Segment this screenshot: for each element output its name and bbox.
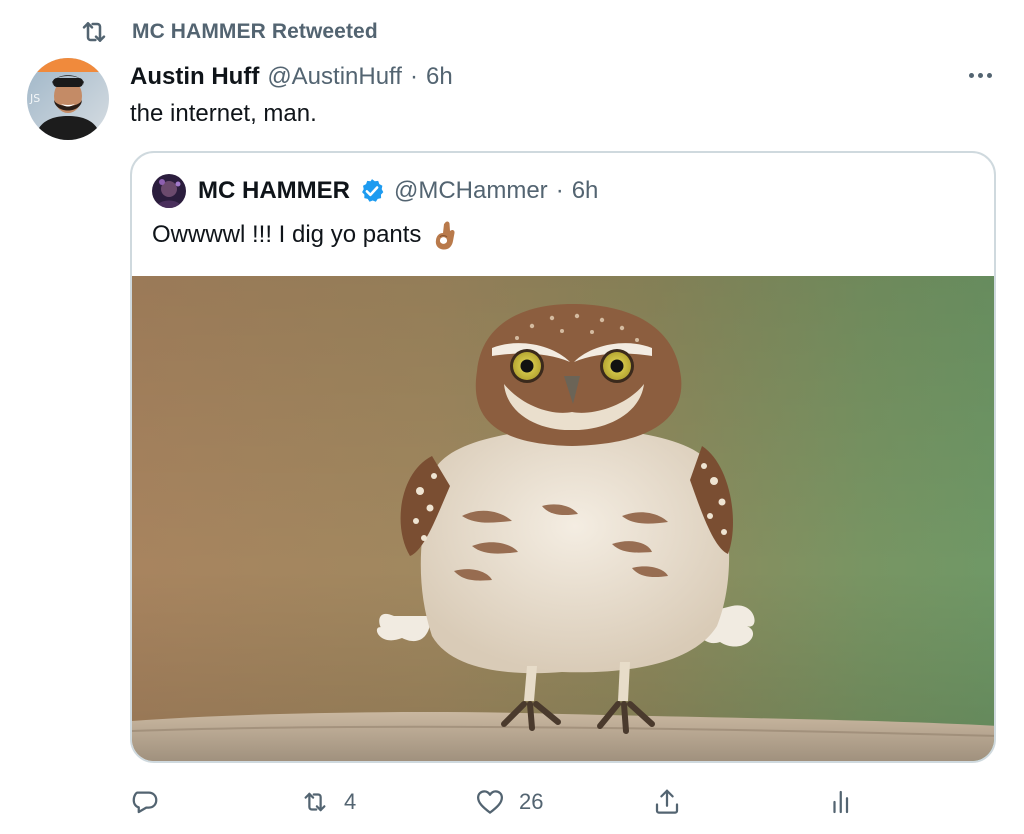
quoted-author-handle[interactable]: @MCHammer — [394, 177, 548, 205]
more-icon[interactable] — [960, 60, 1000, 90]
tweet-header: Austin Huff @AustinHuff · 6h — [130, 60, 453, 94]
like-count: 26 — [519, 789, 544, 814]
heart-icon — [475, 787, 505, 817]
quoted-avatar[interactable] — [152, 174, 186, 208]
avatar[interactable]: JS — [27, 58, 109, 140]
retweet-button[interactable]: 4 — [300, 782, 356, 822]
retweet-icon — [300, 787, 330, 817]
quoted-tweet-text-row: Owwwwl !!! I dig yo pants — [152, 219, 459, 251]
retweet-count: 4 — [344, 789, 357, 814]
author-name[interactable]: Austin Huff — [130, 63, 259, 91]
quoted-tweet-text: Owwwwl !!! I dig yo pants — [152, 221, 422, 248]
like-button[interactable]: 26 — [475, 782, 543, 822]
quoted-media-image[interactable] — [132, 276, 994, 761]
share-icon — [652, 787, 682, 817]
analytics-button[interactable] — [827, 782, 857, 822]
author-handle[interactable]: @AustinHuff — [267, 63, 402, 91]
quoted-timestamp[interactable]: 6h — [572, 177, 599, 205]
timestamp[interactable]: 6h — [426, 63, 453, 91]
svg-text:JS: JS — [29, 92, 40, 105]
separator: · — [555, 177, 564, 204]
share-button[interactable] — [652, 782, 682, 822]
tweet[interactable]: MC HAMMER Retweeted JS Austin Huff @Aust… — [0, 0, 1024, 834]
retweet-header-text[interactable]: MC HAMMER Retweeted — [132, 20, 378, 44]
retweet-icon — [78, 16, 110, 48]
retweet-header: MC HAMMER Retweeted — [78, 16, 378, 48]
tweet-actions: 4 26 — [130, 782, 996, 822]
quoted-author-name[interactable]: MC HAMMER — [198, 177, 350, 205]
analytics-icon — [827, 787, 857, 817]
ok-hand-emoji-icon — [431, 219, 459, 251]
reply-button[interactable] — [130, 782, 174, 822]
quoted-tweet-header: MC HAMMER @MCHammer · 6h — [152, 174, 599, 208]
reply-icon — [130, 787, 160, 817]
tweet-text: the internet, man. — [130, 100, 317, 127]
quoted-tweet[interactable]: MC HAMMER @MCHammer · 6h Owwwwl !!! I di… — [130, 151, 996, 763]
separator: · — [409, 63, 418, 90]
verified-badge-icon — [358, 177, 386, 205]
